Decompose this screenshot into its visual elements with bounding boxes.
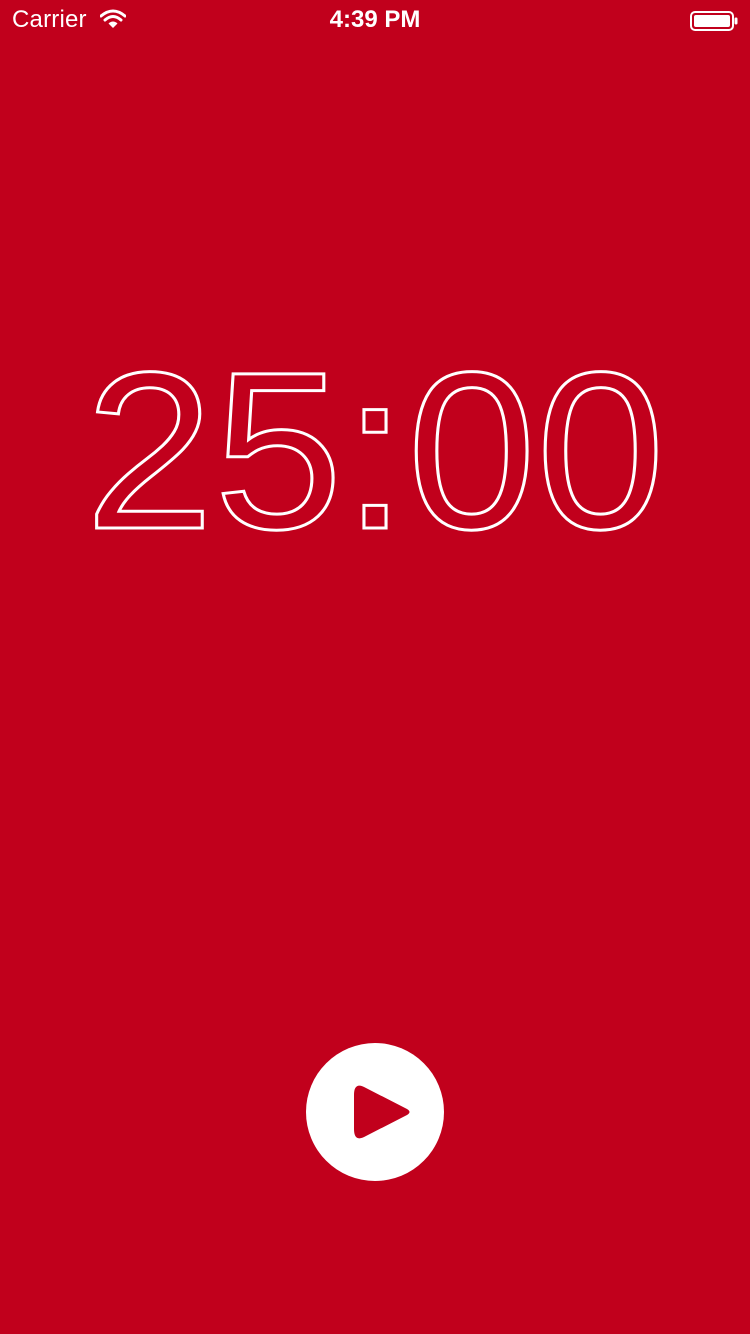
timer-text: 25:00: [85, 328, 665, 558]
play-button[interactable]: [306, 1043, 444, 1181]
play-icon: [354, 1085, 410, 1139]
battery-icon: [690, 11, 738, 31]
status-time: 4:39 PM: [329, 6, 421, 33]
timer-display: 25:00: [84, 328, 667, 558]
status-bar: Carrier 4:39 PM: [0, 0, 750, 40]
